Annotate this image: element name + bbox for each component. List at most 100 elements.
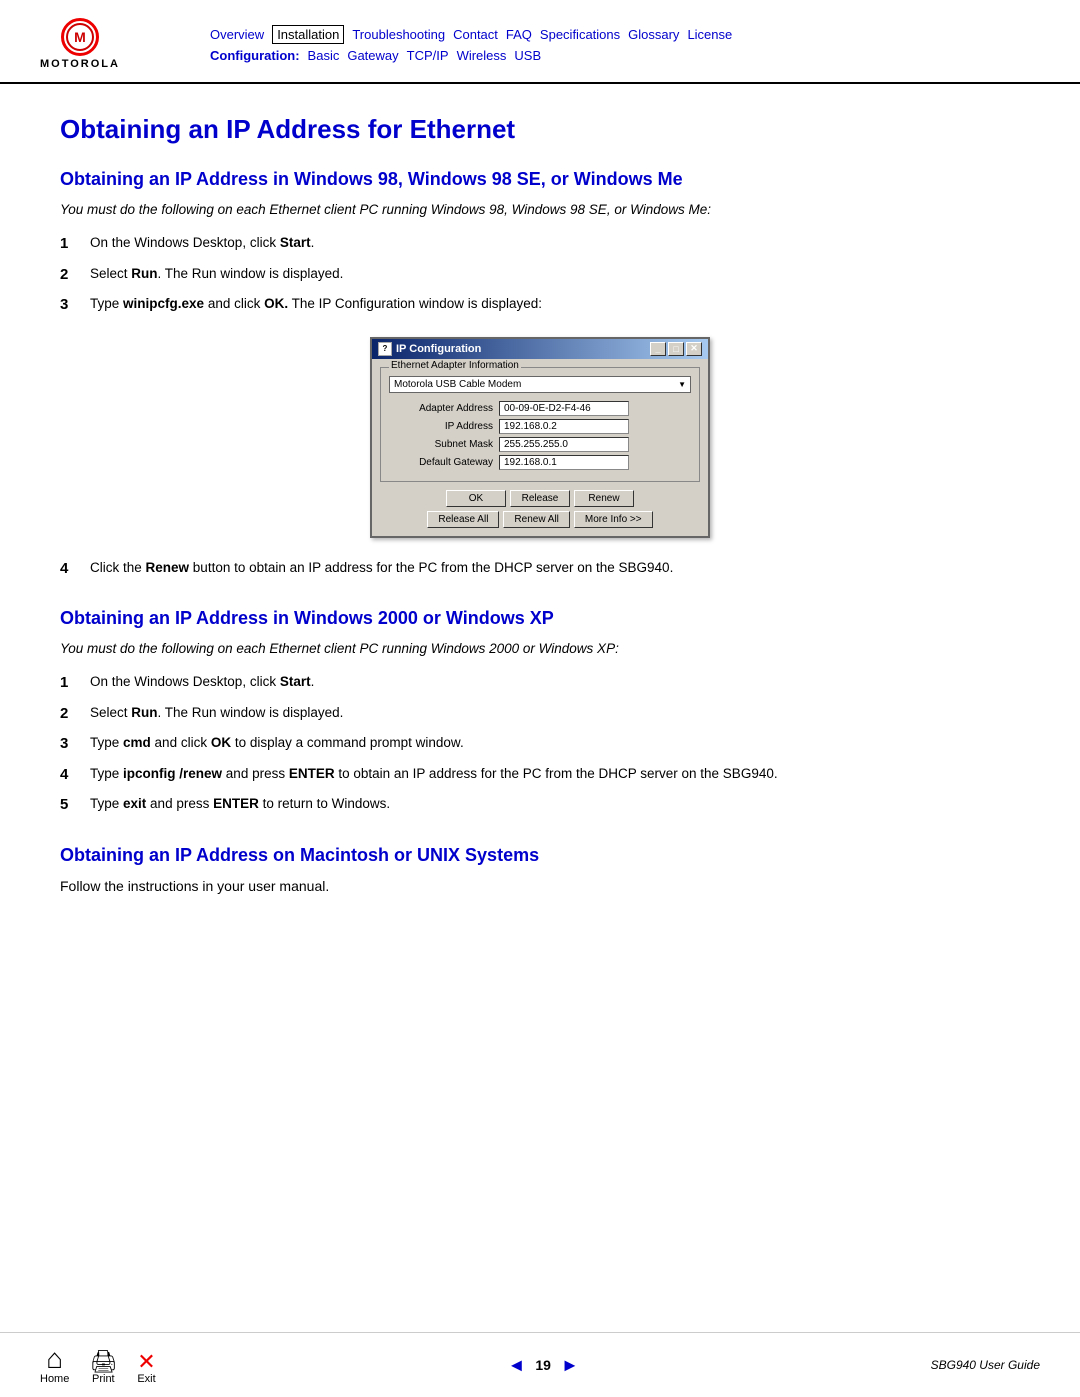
motorola-icon: M <box>61 18 99 56</box>
page-title: Obtaining an IP Address for Ethernet <box>60 114 1020 145</box>
win-buttons-row1[interactable]: OK Release Renew <box>380 490 700 507</box>
nav-area: Overview Installation Troubleshooting Co… <box>210 25 732 63</box>
default-gateway-label: Default Gateway <box>389 457 499 468</box>
step-2-5: 5 Type exit and press ENTER to return to… <box>60 794 1020 817</box>
exit-icon: ✕ <box>137 1351 155 1373</box>
step-text: Type exit and press ENTER to return to W… <box>90 794 1020 817</box>
step-1-1: 1 On the Windows Desktop, click Start. <box>60 233 1020 256</box>
next-page-button[interactable]: ► <box>561 1355 579 1376</box>
subnet-mask-label: Subnet Mask <box>389 439 499 450</box>
adapter-dropdown[interactable]: Motorola USB Cable Modem ▼ <box>389 376 691 393</box>
maximize-button[interactable]: □ <box>668 342 684 356</box>
logo-area: M MOTOROLA <box>40 18 180 70</box>
ip-config-container: ? IP Configuration _ □ ✕ Ethernet Adapte… <box>60 337 1020 538</box>
page-number: 19 <box>535 1357 551 1373</box>
step-number: 3 <box>60 294 90 317</box>
section-3-text: Follow the instructions in your user man… <box>60 878 1020 894</box>
step-text: Click the Renew button to obtain an IP a… <box>90 558 1020 581</box>
nav-specifications[interactable]: Specifications <box>540 27 620 42</box>
ip-address-value: 192.168.0.2 <box>499 419 629 434</box>
nav-gateway[interactable]: Gateway <box>347 48 398 63</box>
close-button[interactable]: ✕ <box>686 342 702 356</box>
section-3: Obtaining an IP Address on Macintosh or … <box>60 845 1020 894</box>
win-controls[interactable]: _ □ ✕ <box>650 342 702 356</box>
nav-troubleshooting[interactable]: Troubleshooting <box>352 27 445 42</box>
nav-wireless[interactable]: Wireless <box>457 48 507 63</box>
nav-overview[interactable]: Overview <box>210 27 264 42</box>
step-2-1: 1 On the Windows Desktop, click Start. <box>60 672 1020 695</box>
section-1-steps: 1 On the Windows Desktop, click Start. 2… <box>60 233 1020 317</box>
default-gateway-row: Default Gateway 192.168.0.1 <box>389 455 691 470</box>
nav-faq[interactable]: FAQ <box>506 27 532 42</box>
renew-button[interactable]: Renew <box>574 490 634 507</box>
print-icon: 🖨 <box>89 1351 117 1373</box>
section-2-steps: 1 On the Windows Desktop, click Start. 2… <box>60 672 1020 817</box>
nav-tcpip[interactable]: TCP/IP <box>407 48 449 63</box>
subnet-mask-row: Subnet Mask 255.255.255.0 <box>389 437 691 452</box>
step-number: 4 <box>60 558 90 581</box>
step-text: Select Run. The Run window is displayed. <box>90 264 1020 287</box>
motorola-logo: M MOTOROLA <box>40 18 120 70</box>
win-title-left: ? IP Configuration <box>378 342 481 356</box>
exit-button[interactable]: ✕ Exit <box>137 1351 155 1385</box>
home-icon: ⌂ <box>46 1345 63 1373</box>
step-2-2: 2 Select Run. The Run window is displaye… <box>60 703 1020 726</box>
section-3-heading: Obtaining an IP Address on Macintosh or … <box>60 845 1020 866</box>
step-number: 1 <box>60 672 90 695</box>
renew-all-button[interactable]: Renew All <box>503 511 569 528</box>
win-title-text: IP Configuration <box>396 343 481 355</box>
section-2-note: You must do the following on each Ethern… <box>60 641 1020 656</box>
group-label: Ethernet Adapter Information <box>389 360 521 371</box>
default-gateway-value: 192.168.0.1 <box>499 455 629 470</box>
win-buttons-row2[interactable]: Release All Renew All More Info >> <box>380 511 700 528</box>
adapter-address-row: Adapter Address 00-09-0E-D2-F4-46 <box>389 401 691 416</box>
prev-page-button[interactable]: ◄ <box>508 1355 526 1376</box>
step-1-4: 4 Click the Renew button to obtain an IP… <box>60 558 1020 581</box>
nav-installation[interactable]: Installation <box>272 25 344 44</box>
minimize-button[interactable]: _ <box>650 342 666 356</box>
section-2: Obtaining an IP Address in Windows 2000 … <box>60 608 1020 817</box>
subnet-mask-value: 255.255.255.0 <box>499 437 629 452</box>
release-button[interactable]: Release <box>510 490 570 507</box>
section-1-note: You must do the following on each Ethern… <box>60 202 1020 217</box>
nav-license[interactable]: License <box>687 27 732 42</box>
nav-usb[interactable]: USB <box>514 48 541 63</box>
step-number: 2 <box>60 703 90 726</box>
nav-glossary[interactable]: Glossary <box>628 27 679 42</box>
nav-basic[interactable]: Basic <box>308 48 340 63</box>
step-1-2: 2 Select Run. The Run window is displaye… <box>60 264 1020 287</box>
section-1: Obtaining an IP Address in Windows 98, W… <box>60 169 1020 580</box>
group-box: Ethernet Adapter Information Motorola US… <box>380 367 700 482</box>
config-label: Configuration: <box>210 48 300 63</box>
release-all-button[interactable]: Release All <box>427 511 499 528</box>
section-1-step4: 4 Click the Renew button to obtain an IP… <box>60 558 1020 581</box>
nav-contact[interactable]: Contact <box>453 27 498 42</box>
guide-name: SBG940 User Guide <box>931 1358 1040 1372</box>
dropdown-arrow-icon: ▼ <box>678 380 686 389</box>
step-text: On the Windows Desktop, click Start. <box>90 672 1020 695</box>
section-1-heading: Obtaining an IP Address in Windows 98, W… <box>60 169 1020 190</box>
svg-text:M: M <box>74 29 86 45</box>
win-icon-small: ? <box>378 342 392 356</box>
motorola-text: MOTOROLA <box>40 58 120 70</box>
step-number: 3 <box>60 733 90 756</box>
ok-button[interactable]: OK <box>446 490 506 507</box>
header: M MOTOROLA Overview Installation Trouble… <box>0 0 1080 84</box>
step-number: 1 <box>60 233 90 256</box>
print-button[interactable]: 🖨 Print <box>89 1351 117 1385</box>
print-label: Print <box>92 1373 115 1385</box>
step-2-3: 3 Type cmd and click OK to display a com… <box>60 733 1020 756</box>
step-number: 2 <box>60 264 90 287</box>
home-button[interactable]: ⌂ Home <box>40 1345 69 1385</box>
adapter-address-value: 00-09-0E-D2-F4-46 <box>499 401 629 416</box>
step-number: 4 <box>60 764 90 787</box>
home-label: Home <box>40 1373 69 1385</box>
step-number: 5 <box>60 794 90 817</box>
ip-address-row: IP Address 192.168.0.2 <box>389 419 691 434</box>
step-text: Type winipcfg.exe and click OK. The IP C… <box>90 294 1020 317</box>
ip-address-label: IP Address <box>389 421 499 432</box>
more-info-button[interactable]: More Info >> <box>574 511 653 528</box>
step-1-3: 3 Type winipcfg.exe and click OK. The IP… <box>60 294 1020 317</box>
nav-row-1: Overview Installation Troubleshooting Co… <box>210 25 732 44</box>
exit-label: Exit <box>137 1373 155 1385</box>
